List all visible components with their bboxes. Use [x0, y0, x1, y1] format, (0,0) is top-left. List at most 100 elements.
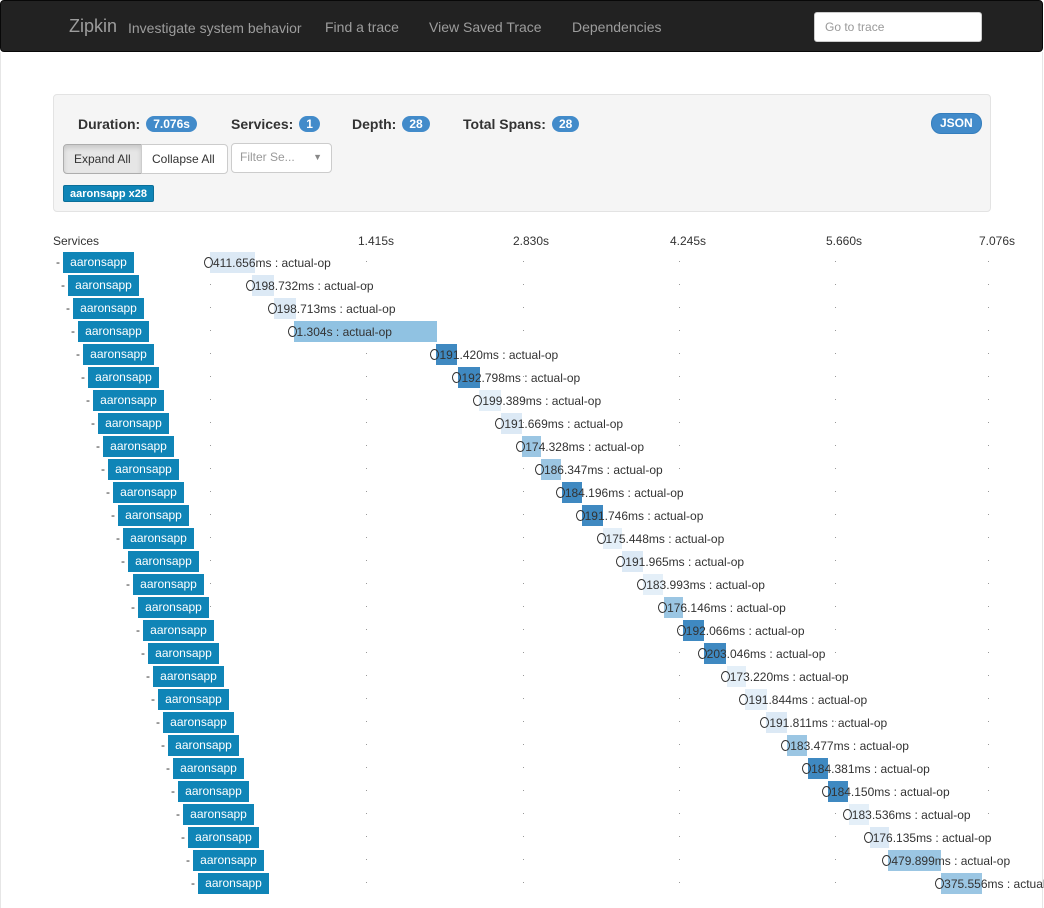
collapse-toggle[interactable]: -	[101, 462, 105, 476]
nav-find-trace[interactable]: Find a trace	[325, 19, 399, 35]
span-row[interactable]: -aaronsapp 375.556ms : actual-op	[0, 873, 1044, 895]
span-row[interactable]: - aaronsapp 192.066ms : actual-op	[0, 620, 1044, 642]
span-row[interactable]: - aaronsapp 479.899ms : actual-op	[0, 850, 1044, 872]
collapse-toggle[interactable]: -	[121, 554, 125, 568]
span-row[interactable]: - aaronsapp 191.844ms : actual-op	[0, 689, 1044, 711]
gridline-dot	[988, 491, 989, 492]
span-row[interactable]: - aaronsapp 191.669ms : actual-op	[0, 413, 1044, 435]
collapse-toggle[interactable]: -	[176, 807, 180, 821]
span-row[interactable]: - aaronsapp 191.746ms : actual-op	[0, 505, 1044, 527]
collapse-toggle[interactable]: -	[151, 692, 155, 706]
collapse-toggle[interactable]: -	[111, 508, 115, 522]
collapse-toggle[interactable]: -	[96, 439, 100, 453]
span-label: 198.732ms : actual-op	[254, 279, 374, 293]
span-row[interactable]: - aaronsapp 411.656ms : actual-op	[0, 252, 1044, 274]
span-row[interactable]: - aaronsapp 191.811ms : actual-op	[0, 712, 1044, 734]
collapse-toggle[interactable]: -	[61, 278, 65, 292]
gridline-dot	[679, 353, 680, 354]
gridline-dot	[835, 583, 836, 584]
gridline-dot	[366, 652, 367, 653]
span-row[interactable]: - aaronsapp 184.196ms : actual-op	[0, 482, 1044, 504]
service-name-badge: aaronsapp	[78, 321, 149, 342]
collapse-toggle[interactable]: -	[191, 876, 195, 890]
gridline-dot	[679, 330, 680, 331]
collapse-toggle[interactable]: -	[156, 715, 160, 729]
span-row[interactable]: - aaronsapp 174.328ms : actual-op	[0, 436, 1044, 458]
span-row[interactable]: - aaronsapp 186.347ms : actual-op	[0, 459, 1044, 481]
span-row[interactable]: - aaronsapp 199.389ms : actual-op	[0, 390, 1044, 412]
span-label: 203.046ms : actual-op	[706, 647, 826, 661]
nav-dependencies[interactable]: Dependencies	[572, 19, 662, 35]
gridline-dot	[523, 629, 524, 630]
collapse-toggle[interactable]: -	[106, 485, 110, 499]
gridline-dot	[988, 675, 989, 676]
expand-all-button[interactable]: Expand All	[63, 144, 142, 174]
collapse-toggle[interactable]: -	[91, 416, 95, 430]
collapse-toggle[interactable]: -	[141, 646, 145, 660]
service-tag-badge[interactable]: aaronsapp x28	[63, 185, 155, 202]
service-filter-select[interactable]: Filter Se... ▼	[231, 143, 332, 173]
services-stat: Services: 1	[231, 116, 320, 132]
gridline-dot	[835, 422, 836, 423]
total-spans-label: Total Spans:	[463, 116, 546, 132]
gridline-dot	[835, 813, 836, 814]
span-row[interactable]: - aaronsapp 191.420ms : actual-op	[0, 344, 1044, 366]
duration-stat: Duration: 7.076s	[78, 116, 197, 132]
brand-logo[interactable]: Zipkin	[69, 16, 117, 37]
gridline-dot	[523, 652, 524, 653]
span-annotation-icon	[842, 809, 852, 820]
gridline-dot	[523, 284, 524, 285]
collapse-toggle[interactable]: -	[136, 623, 140, 637]
go-to-trace-input[interactable]	[814, 12, 982, 42]
span-label: 192.066ms : actual-op	[685, 624, 805, 638]
span-row[interactable]: - aaronsapp 184.381ms : actual-op	[0, 758, 1044, 780]
collapse-toggle[interactable]: -	[116, 531, 120, 545]
span-annotation-icon	[821, 786, 831, 797]
span-row[interactable]: - aaronsapp 198.713ms : actual-op	[0, 298, 1044, 320]
collapse-toggle[interactable]: -	[71, 324, 75, 338]
gridline-dot	[679, 307, 680, 308]
service-name-badge: aaronsapp	[148, 643, 219, 664]
span-row[interactable]: - aaronsapp 1.304s : actual-op	[0, 321, 1044, 343]
collapse-toggle[interactable]: -	[86, 393, 90, 407]
span-row[interactable]: - aaronsapp 184.150ms : actual-op	[0, 781, 1044, 803]
gridline-dot	[679, 698, 680, 699]
span-row[interactable]: - aaronsapp 173.220ms : actual-op	[0, 666, 1044, 688]
gridline-dot	[366, 836, 367, 837]
collapse-toggle[interactable]: -	[56, 255, 60, 269]
collapse-toggle[interactable]: -	[186, 853, 190, 867]
collapse-toggle[interactable]: -	[161, 738, 165, 752]
json-button[interactable]: JSON	[931, 113, 982, 134]
service-name-badge: aaronsapp	[193, 850, 264, 871]
span-row[interactable]: - aaronsapp 192.798ms : actual-op	[0, 367, 1044, 389]
span-row[interactable]: - aaronsapp 183.536ms : actual-op	[0, 804, 1044, 826]
gridline-dot	[523, 698, 524, 699]
collapse-toggle[interactable]: -	[146, 669, 150, 683]
gridline-dot	[835, 307, 836, 308]
span-row[interactable]: - aaronsapp 175.448ms : actual-op	[0, 528, 1044, 550]
service-name-badge: aaronsapp	[133, 574, 204, 595]
nav-view-saved-trace[interactable]: View Saved Trace	[429, 19, 542, 35]
span-row[interactable]: - aaronsapp 176.146ms : actual-op	[0, 597, 1044, 619]
collapse-toggle[interactable]: -	[126, 577, 130, 591]
span-row[interactable]: - aaronsapp 198.732ms : actual-op	[0, 275, 1044, 297]
collapse-toggle[interactable]: -	[131, 600, 135, 614]
span-row[interactable]: - aaronsapp 191.965ms : actual-op	[0, 551, 1044, 573]
gridline-dot	[988, 307, 989, 308]
collapse-toggle[interactable]: -	[171, 784, 175, 798]
span-row[interactable]: - aaronsapp 183.477ms : actual-op	[0, 735, 1044, 757]
collapse-toggle[interactable]: -	[66, 301, 70, 315]
collapse-toggle[interactable]: -	[81, 370, 85, 384]
gridline-dot	[366, 767, 367, 768]
depth-label: Depth:	[352, 116, 397, 132]
collapse-toggle[interactable]: -	[76, 347, 80, 361]
service-name-badge: aaronsapp	[188, 827, 259, 848]
span-row[interactable]: - aaronsapp 176.135ms : actual-op	[0, 827, 1044, 849]
span-row[interactable]: - aaronsapp 183.993ms : actual-op	[0, 574, 1044, 596]
service-name-badge: aaronsapp	[83, 344, 154, 365]
span-annotation-icon	[534, 464, 544, 475]
collapse-toggle[interactable]: -	[181, 830, 185, 844]
collapse-all-button[interactable]: Collapse All	[141, 144, 228, 174]
span-row[interactable]: - aaronsapp 203.046ms : actual-op	[0, 643, 1044, 665]
collapse-toggle[interactable]: -	[166, 761, 170, 775]
